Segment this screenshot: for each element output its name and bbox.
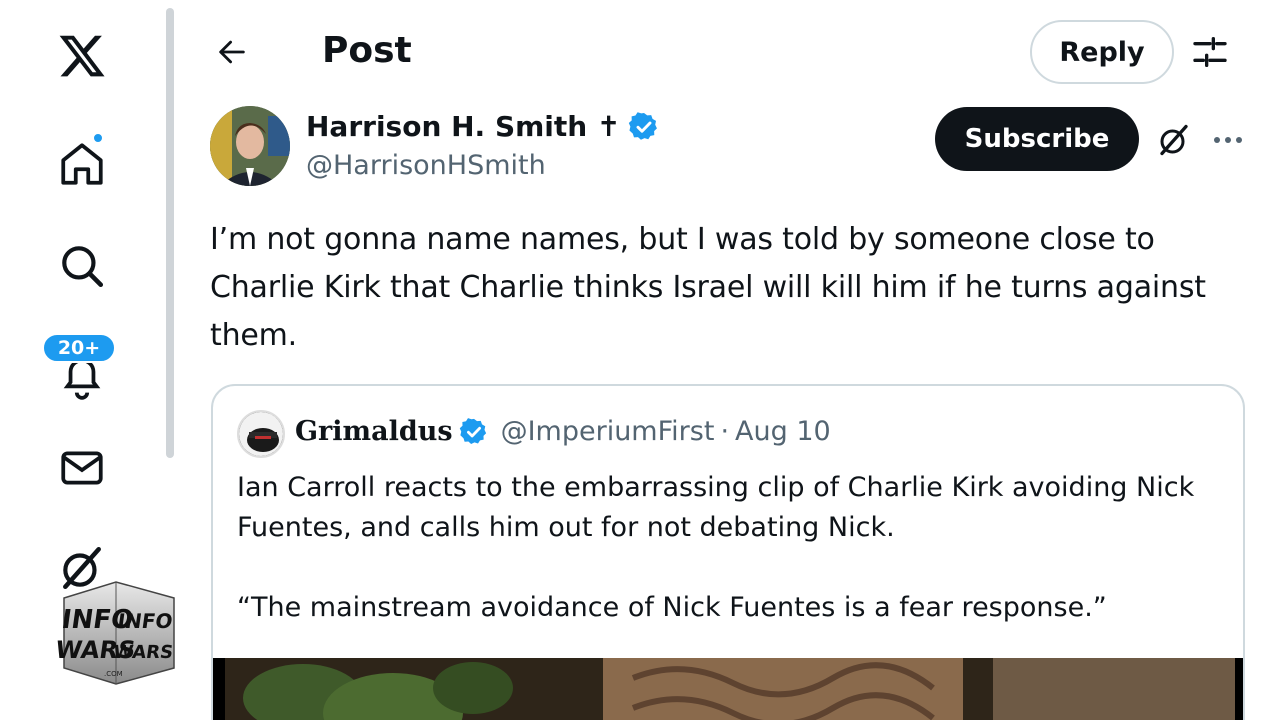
quote-date[interactable]: Aug 10 bbox=[735, 416, 831, 447]
author-handle[interactable]: @HarrisonHSmith bbox=[306, 150, 546, 181]
infowars-watermark-logo: INFO INFO WARS WARS .COM bbox=[54, 581, 175, 685]
filter-settings-icon[interactable] bbox=[1190, 32, 1230, 72]
more-dot bbox=[1225, 137, 1231, 143]
author-name-text: Harrison H. Smith ✝ bbox=[306, 110, 621, 143]
verified-badge-icon[interactable] bbox=[459, 417, 489, 447]
quote-author-name[interactable]: Grimaldus bbox=[295, 416, 453, 447]
back-button[interactable] bbox=[210, 30, 254, 74]
quote-author-handle[interactable]: @ImperiumFirst bbox=[501, 416, 715, 447]
svg-text:.COM: .COM bbox=[104, 670, 123, 678]
home-icon bbox=[61, 143, 103, 185]
search-icon bbox=[62, 246, 104, 288]
quoted-post[interactable]: Grimaldus @ImperiumFirst · Aug 10 Ian Ca… bbox=[211, 384, 1245, 720]
svg-text:INFO: INFO bbox=[116, 609, 174, 633]
arrow-left-icon bbox=[219, 40, 245, 64]
verified-badge-icon[interactable] bbox=[628, 111, 660, 143]
nav-messages[interactable] bbox=[52, 438, 112, 498]
quote-author-avatar[interactable] bbox=[237, 410, 285, 458]
page-title: Post bbox=[322, 30, 412, 71]
quote-text: Ian Carroll reacts to the embarrassing c… bbox=[237, 472, 1195, 623]
more-dot bbox=[1214, 137, 1220, 143]
quote-video-thumbnail[interactable] bbox=[213, 658, 1243, 720]
notifications-badge: 20+ bbox=[42, 333, 116, 363]
svg-text:WARS: WARS bbox=[112, 642, 175, 663]
author-avatar[interactable] bbox=[210, 106, 290, 186]
main-column: Post Reply Harrison H. Smith ✝ @Harrison… bbox=[178, 0, 1280, 720]
quote-header: Grimaldus @ImperiumFirst · Aug 10 bbox=[295, 416, 831, 447]
more-dot bbox=[1236, 137, 1242, 143]
mail-icon bbox=[61, 451, 103, 485]
author-name[interactable]: Harrison H. Smith ✝ bbox=[306, 110, 660, 143]
nav-scrollbar[interactable] bbox=[166, 8, 174, 458]
x-logo-icon bbox=[59, 35, 105, 77]
video-frame-image bbox=[213, 658, 1243, 720]
subscribe-button[interactable]: Subscribe bbox=[935, 107, 1139, 171]
nav-home[interactable] bbox=[52, 132, 112, 194]
notification-dot bbox=[92, 132, 104, 144]
nav-explore[interactable] bbox=[52, 236, 112, 296]
more-options-icon[interactable] bbox=[1206, 122, 1250, 158]
reply-button[interactable]: Reply bbox=[1030, 20, 1174, 84]
quote-separator: · bbox=[720, 416, 730, 447]
author-avatar-image bbox=[210, 106, 290, 186]
post-text: I’m not gonna name names, but I was told… bbox=[210, 222, 1206, 353]
quote-author-avatar-image bbox=[239, 412, 283, 456]
x-logo[interactable] bbox=[52, 26, 112, 86]
left-nav: 20+ INFO INFO WARS WARS .COM bbox=[0, 0, 175, 720]
grok-icon[interactable] bbox=[1156, 122, 1192, 158]
